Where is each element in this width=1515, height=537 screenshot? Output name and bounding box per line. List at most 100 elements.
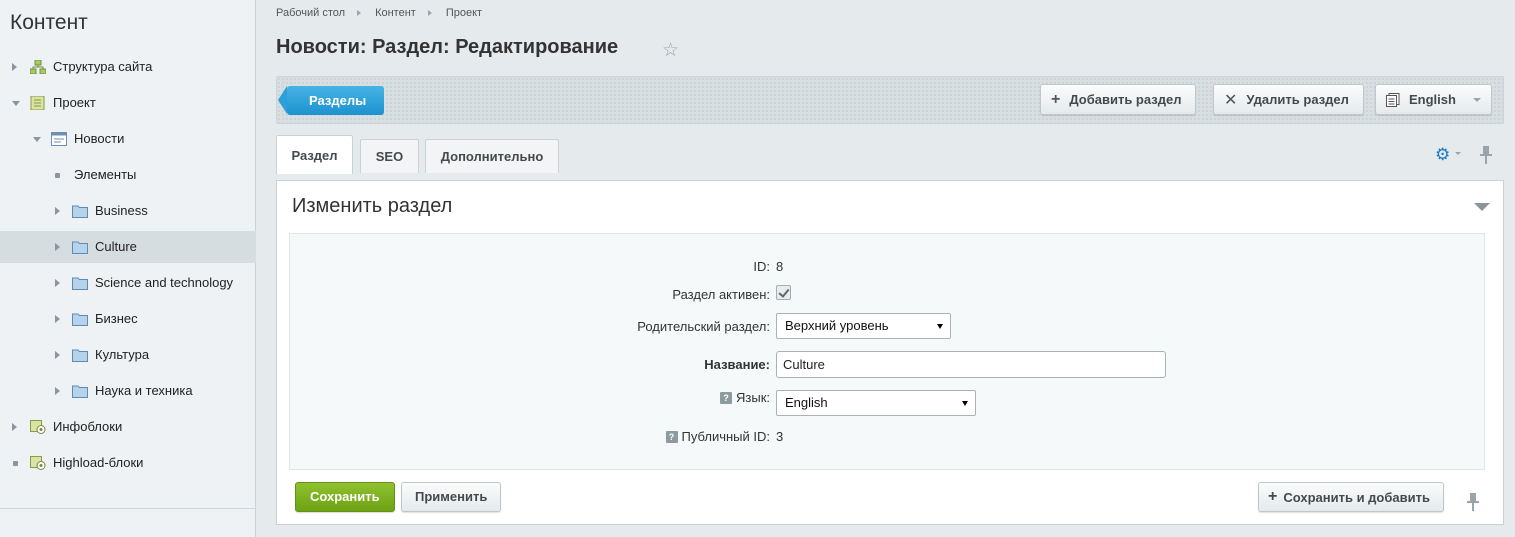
public-id-label-text: Публичный ID: bbox=[681, 429, 770, 444]
chevron-down-icon bbox=[1473, 98, 1481, 102]
expand-arrow-icon[interactable] bbox=[55, 351, 60, 359]
plus-icon: + bbox=[1268, 488, 1278, 505]
sections-back-button[interactable]: Разделы bbox=[277, 86, 385, 115]
expand-arrow-icon[interactable] bbox=[55, 315, 60, 323]
language-select-value: English bbox=[785, 395, 828, 410]
parent-section-select[interactable]: Верхний уровень bbox=[776, 313, 951, 339]
folder-icon bbox=[72, 241, 88, 254]
public-id-label: ? Публичный ID: bbox=[665, 429, 770, 444]
sidebar-item-biznes[interactable]: Бизнес bbox=[0, 303, 256, 335]
expand-arrow-icon[interactable] bbox=[55, 207, 60, 215]
toolbar: Разделы + Добавить раздел ✕ Удалить разд… bbox=[276, 76, 1504, 124]
tab-seo[interactable]: SEO bbox=[360, 139, 419, 173]
sidebar-item-infoblocks[interactable]: Инфоблоки bbox=[0, 411, 256, 443]
sidebar-item-label: Культура bbox=[95, 347, 150, 362]
sidebar-item-highload[interactable]: Highload-блоки bbox=[0, 447, 256, 479]
active-checkbox[interactable] bbox=[776, 285, 791, 300]
language-field-label: ? Язык: bbox=[720, 390, 770, 405]
sidebar-item-label: Наука и техника bbox=[95, 383, 193, 398]
save-button[interactable]: Сохранить bbox=[295, 482, 395, 512]
form-row-parent: Родительский раздел: Верхний уровень bbox=[290, 313, 1486, 341]
sidebar-item-nauka[interactable]: Наука и техника bbox=[0, 375, 256, 407]
form-row-name: Название: Culture bbox=[290, 351, 1486, 379]
sidebar-item-culture[interactable]: Culture bbox=[0, 231, 256, 263]
panel-title: Изменить раздел bbox=[292, 195, 453, 217]
collapse-arrow-icon[interactable] bbox=[12, 101, 20, 106]
breadcrumb-separator-icon bbox=[357, 10, 362, 16]
site-structure-icon bbox=[30, 60, 46, 74]
close-icon: ✕ bbox=[1224, 91, 1238, 109]
form-area: ID: 8 Раздел активен: Родительский разде… bbox=[289, 233, 1485, 470]
breadcrumb: Рабочий стол Контент Проект bbox=[276, 7, 482, 19]
public-id-value: 3 bbox=[776, 429, 784, 444]
delete-section-button[interactable]: ✕ Удалить раздел bbox=[1213, 84, 1364, 115]
form-row-id: ID: 8 bbox=[290, 254, 1486, 282]
expand-arrow-icon[interactable] bbox=[55, 243, 60, 251]
language-dropdown[interactable]: English bbox=[1375, 84, 1492, 115]
main-content: Рабочий стол Контент Проект Новости: Раз… bbox=[257, 0, 1515, 537]
sidebar-item-label: Элементы bbox=[74, 167, 137, 182]
pin-icon[interactable] bbox=[1467, 493, 1479, 511]
breadcrumb-item-desktop[interactable]: Рабочий стол bbox=[276, 7, 345, 19]
sidebar-divider bbox=[0, 508, 256, 509]
sidebar-item-business[interactable]: Business bbox=[0, 195, 256, 227]
gear-icon[interactable]: ⚙ bbox=[1435, 145, 1450, 165]
active-label: Раздел активен: bbox=[672, 287, 770, 302]
breadcrumb-item-content[interactable]: Контент bbox=[375, 7, 416, 19]
sidebar-item-label: Бизнес bbox=[95, 311, 138, 326]
help-icon[interactable]: ? bbox=[720, 391, 732, 404]
delete-section-label: Удалить раздел bbox=[1246, 92, 1349, 107]
pin-icon[interactable] bbox=[1480, 146, 1492, 164]
name-label: Название: bbox=[704, 357, 770, 372]
news-icon bbox=[51, 132, 67, 146]
language-field-label-text: Язык: bbox=[736, 390, 770, 405]
name-input[interactable]: Culture bbox=[776, 351, 1166, 378]
folder-icon bbox=[72, 349, 88, 362]
save-and-add-button[interactable]: + Сохранить и добавить bbox=[1258, 482, 1444, 512]
parent-label: Родительский раздел: bbox=[637, 319, 770, 334]
collapse-triangle-icon[interactable] bbox=[1474, 203, 1490, 211]
save-and-add-label: Сохранить и добавить bbox=[1283, 489, 1430, 505]
breadcrumb-separator-icon bbox=[427, 10, 432, 16]
documents-icon bbox=[1386, 92, 1400, 107]
sidebar-item-elements[interactable]: Элементы bbox=[0, 159, 256, 191]
help-icon[interactable]: ? bbox=[665, 430, 678, 443]
parent-section-value: Верхний уровень bbox=[785, 318, 889, 333]
folder-icon bbox=[72, 313, 88, 326]
add-section-button[interactable]: + Добавить раздел bbox=[1040, 84, 1197, 115]
bullet-icon bbox=[55, 173, 60, 178]
expand-arrow-icon[interactable] bbox=[12, 63, 17, 71]
sidebar-item-label: Инфоблоки bbox=[53, 419, 123, 434]
id-value: 8 bbox=[776, 259, 784, 274]
add-section-label: Добавить раздел bbox=[1069, 92, 1182, 107]
favorite-star-icon[interactable]: ☆ bbox=[662, 39, 679, 62]
tab-section[interactable]: Раздел bbox=[276, 135, 353, 174]
dropdown-caret-icon bbox=[937, 324, 943, 329]
apply-button[interactable]: Применить bbox=[401, 482, 502, 512]
collapse-arrow-icon[interactable] bbox=[33, 137, 41, 142]
dropdown-caret-icon bbox=[962, 401, 968, 406]
sidebar-item-kultura[interactable]: Культура bbox=[0, 339, 256, 371]
sidebar-title: Контент bbox=[10, 11, 88, 34]
sidebar-item-science[interactable]: Science and technology bbox=[0, 267, 256, 299]
chevron-down-icon[interactable] bbox=[1455, 152, 1461, 155]
language-select[interactable]: English bbox=[776, 390, 976, 416]
sidebar-item-project[interactable]: Проект bbox=[0, 87, 256, 119]
sidebar-item-news[interactable]: Новости bbox=[0, 123, 256, 155]
folder-icon bbox=[72, 205, 88, 218]
language-label: English bbox=[1409, 92, 1456, 107]
breadcrumb-item-project[interactable]: Проект bbox=[446, 7, 482, 19]
expand-arrow-icon[interactable] bbox=[55, 279, 60, 287]
sidebar-item-label: Новости bbox=[74, 131, 125, 146]
sidebar-item-site-structure[interactable]: Структура сайта bbox=[0, 51, 256, 83]
expand-arrow-icon[interactable] bbox=[12, 423, 17, 431]
folder-icon bbox=[72, 385, 88, 398]
form-row-active: Раздел активен: bbox=[290, 282, 1486, 310]
form-row-public-id: ? Публичный ID: 3 bbox=[290, 425, 1486, 453]
folder-icon bbox=[72, 277, 88, 290]
infoblocks-icon bbox=[30, 420, 46, 434]
edit-section-panel: Изменить раздел ID: 8 Раздел активен: Ро… bbox=[276, 180, 1504, 525]
tab-additional[interactable]: Дополнительно bbox=[425, 139, 559, 173]
highload-icon bbox=[30, 456, 46, 470]
expand-arrow-icon[interactable] bbox=[55, 387, 60, 395]
